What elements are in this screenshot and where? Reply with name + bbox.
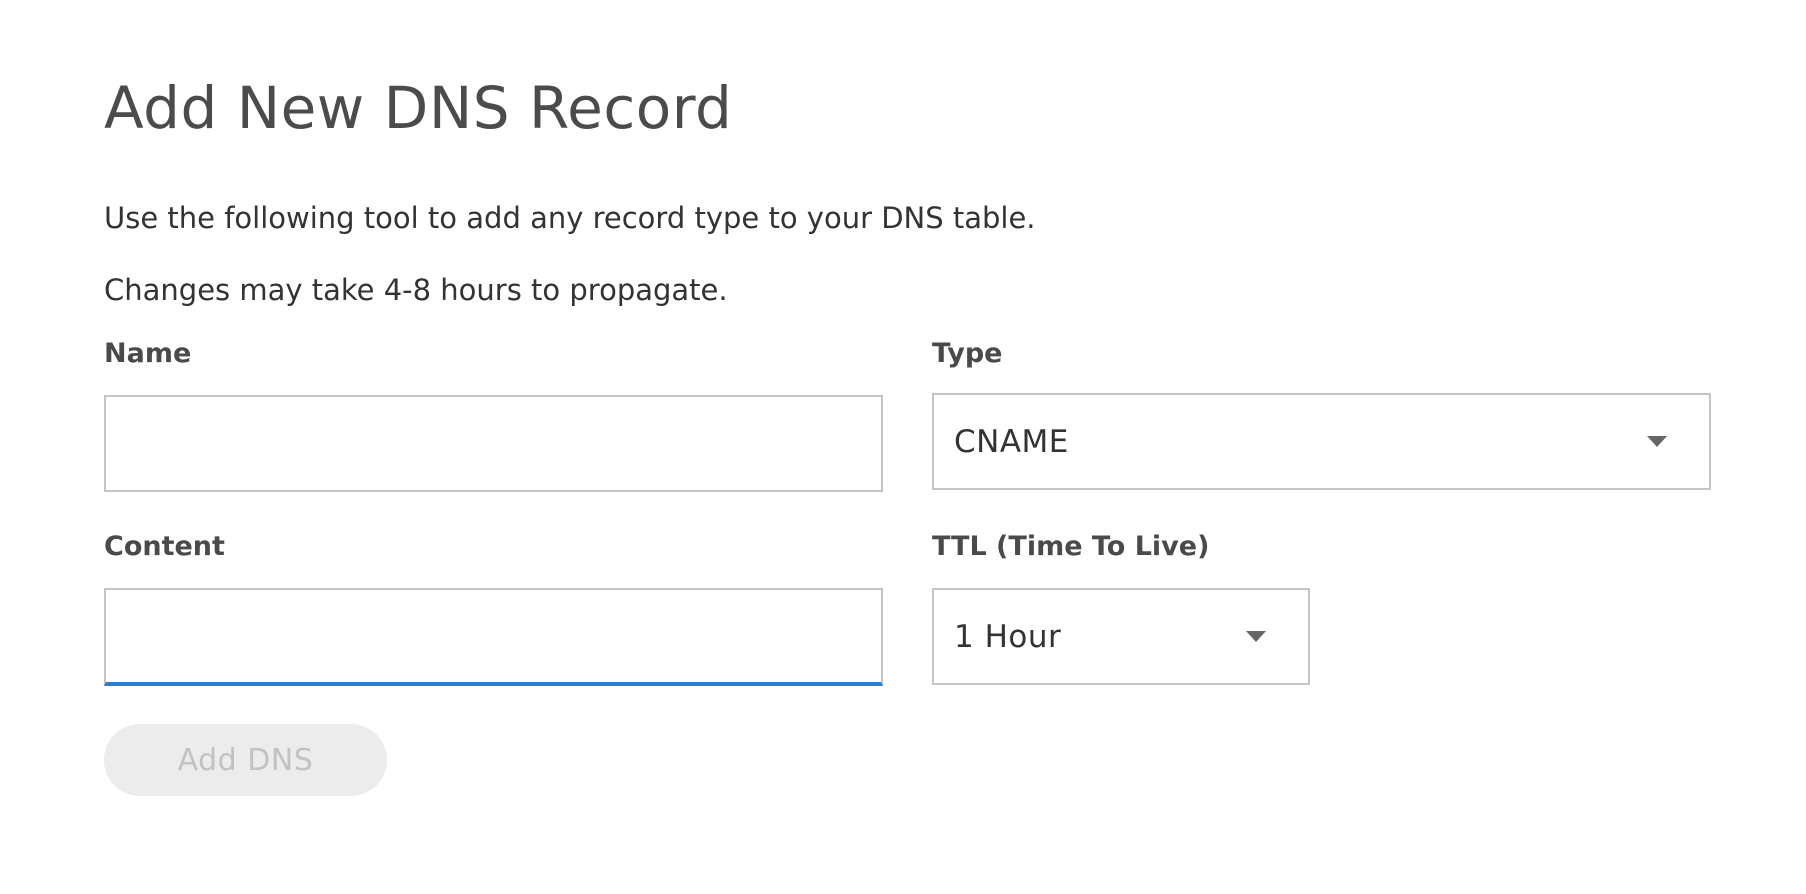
name-input[interactable]	[104, 395, 883, 492]
type-label: Type	[932, 338, 1003, 369]
name-label: Name	[104, 338, 192, 369]
propagation-note: Changes may take 4-8 hours to propagate.	[104, 273, 728, 307]
caret-down-icon	[1647, 436, 1667, 447]
ttl-select[interactable]: 1 Hour	[932, 588, 1310, 685]
content-label: Content	[104, 531, 225, 562]
page-title: Add New DNS Record	[104, 74, 733, 142]
add-dns-button[interactable]: Add DNS	[104, 724, 387, 796]
type-select[interactable]: CNAME	[932, 393, 1711, 490]
ttl-label: TTL (Time To Live)	[932, 531, 1210, 562]
description-text: Use the following tool to add any record…	[104, 201, 1036, 235]
caret-down-icon	[1246, 631, 1266, 642]
content-input[interactable]	[104, 588, 883, 686]
ttl-selected-value: 1 Hour	[954, 618, 1062, 655]
add-dns-record-page: Add New DNS Record Use the following too…	[0, 0, 1806, 894]
type-selected-value: CNAME	[954, 423, 1069, 460]
